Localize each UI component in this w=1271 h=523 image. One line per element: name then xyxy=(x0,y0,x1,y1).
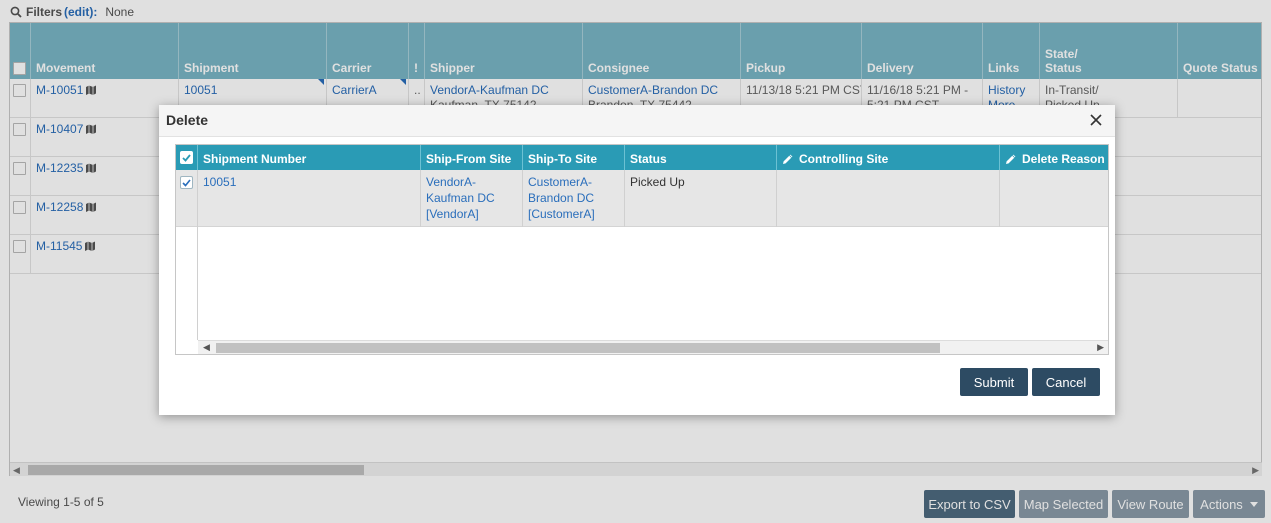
shipment-number-link[interactable]: 10051 xyxy=(198,170,421,227)
delete-dialog: Delete Shipment Number Ship-From Site Sh… xyxy=(159,105,1115,415)
row-checkbox[interactable] xyxy=(180,176,193,189)
dialog-title: Delete xyxy=(166,112,209,128)
select-all-cell[interactable] xyxy=(176,145,198,170)
row-selector-column xyxy=(176,227,198,340)
scroll-right-arrow[interactable]: ▶ xyxy=(1097,342,1104,353)
dialog-horizontal-scrollbar[interactable]: ◀ ▶ xyxy=(198,340,1108,354)
check-icon xyxy=(182,153,191,162)
submit-button[interactable]: Submit xyxy=(960,368,1028,396)
table-row[interactable]: 10051 VendorA- Kaufman DC [VendorA] Cust… xyxy=(176,170,1108,227)
col-ship-from-site[interactable]: Ship-From Site xyxy=(421,145,523,170)
status-cell: Picked Up xyxy=(625,170,777,227)
pencil-icon xyxy=(783,154,793,164)
col-controlling-site-label: Controlling Site xyxy=(799,151,889,166)
scroll-thumb[interactable] xyxy=(216,343,940,353)
check-icon xyxy=(182,178,191,187)
delete-grid-header: Shipment Number Ship-From Site Ship-To S… xyxy=(176,145,1108,170)
dialog-header: Delete xyxy=(159,105,1115,137)
col-controlling-site[interactable]: Controlling Site xyxy=(777,145,1000,170)
delete-reason-cell[interactable] xyxy=(1000,170,1108,227)
col-status[interactable]: Status xyxy=(625,145,777,170)
scroll-left-arrow[interactable]: ◀ xyxy=(203,342,210,353)
pencil-icon xyxy=(1006,154,1016,164)
col-delete-reason[interactable]: Delete Reason xyxy=(1000,145,1108,170)
cancel-button[interactable]: Cancel xyxy=(1032,368,1100,396)
ship-to-link[interactable]: CustomerA- Brandon DC [CustomerA] xyxy=(523,170,625,227)
col-ship-to-site[interactable]: Ship-To Site xyxy=(523,145,625,170)
col-delete-reason-label: Delete Reason xyxy=(1022,151,1105,166)
select-all-checkbox[interactable] xyxy=(180,151,193,164)
controlling-site-cell[interactable] xyxy=(777,170,1000,227)
ship-from-link[interactable]: VendorA- Kaufman DC [VendorA] xyxy=(421,170,523,227)
col-shipment-number[interactable]: Shipment Number xyxy=(198,145,421,170)
close-icon[interactable] xyxy=(1087,111,1105,129)
delete-shipments-grid: Shipment Number Ship-From Site Ship-To S… xyxy=(175,144,1109,355)
